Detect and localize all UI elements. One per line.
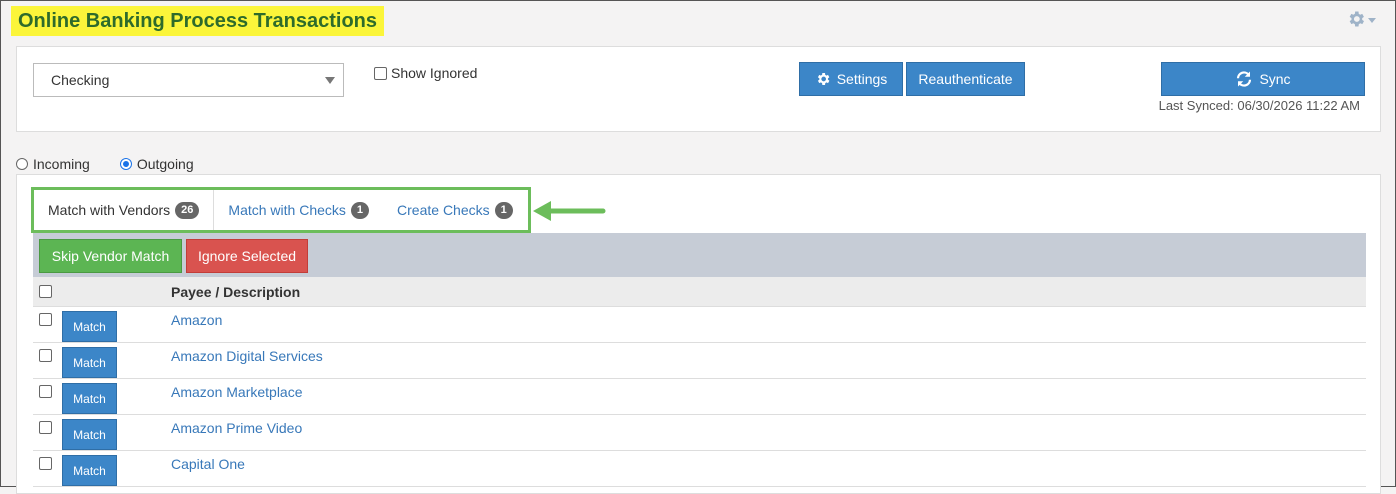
settings-button[interactable]: Settings xyxy=(799,62,903,96)
show-ignored-checkbox[interactable] xyxy=(374,66,387,80)
transactions-panel: Match with Vendors 26 Match with Checks … xyxy=(16,174,1381,494)
chevron-down-icon xyxy=(1368,17,1376,23)
tab-label: Match with Checks xyxy=(228,202,346,218)
payee-link[interactable]: Capital One xyxy=(171,456,245,472)
page-title: Online Banking Process Transactions xyxy=(11,6,385,36)
show-ignored-label: Show Ignored xyxy=(391,65,478,81)
table-row: Match Amazon xyxy=(33,307,1366,343)
match-button[interactable]: Match xyxy=(62,419,117,450)
tab-match-with-checks[interactable]: Match with Checks 1 xyxy=(214,190,383,230)
table-row: Match Amazon Prime Video xyxy=(33,415,1366,451)
payee-link[interactable]: Amazon xyxy=(171,312,222,328)
match-button[interactable]: Match xyxy=(62,347,117,378)
direction-radio-group: Incoming Outgoing xyxy=(16,156,194,172)
dropdown-arrow-icon xyxy=(325,77,335,84)
row-checkbox[interactable] xyxy=(39,385,52,398)
incoming-label: Incoming xyxy=(33,156,90,172)
count-badge: 1 xyxy=(350,201,370,219)
match-button[interactable]: Match xyxy=(62,455,117,486)
account-panel: Checking Show Ignored Settings Reauthent… xyxy=(16,46,1381,132)
tab-label: Create Checks xyxy=(397,202,490,218)
refresh-icon xyxy=(1237,71,1252,87)
account-select-value: Checking xyxy=(51,72,110,88)
gear-icon xyxy=(817,73,830,85)
settings-menu[interactable] xyxy=(1346,9,1376,29)
reauthenticate-button-label: Reauthenticate xyxy=(918,71,1013,87)
table-row: Match Capital One xyxy=(33,451,1366,487)
count-badge: 1 xyxy=(494,201,513,219)
account-select[interactable]: Checking xyxy=(33,63,344,97)
ignore-selected-button[interactable]: Ignore Selected xyxy=(186,239,308,273)
outgoing-radio[interactable] xyxy=(119,158,132,170)
incoming-radio[interactable] xyxy=(16,158,28,170)
show-ignored-toggle[interactable]: Show Ignored xyxy=(374,65,477,81)
row-checkbox[interactable] xyxy=(39,457,52,470)
reauthenticate-button[interactable]: Reauthenticate xyxy=(906,62,1025,96)
match-button[interactable]: Match xyxy=(62,311,117,342)
count-badge: 26 xyxy=(175,201,200,219)
payee-link[interactable]: Amazon Marketplace xyxy=(171,384,303,400)
table-header: Payee / Description xyxy=(33,277,1366,307)
gear-icon xyxy=(1349,11,1364,27)
sync-button-label: Sync xyxy=(1259,71,1291,87)
tab-create-checks[interactable]: Create Checks 1 xyxy=(383,190,527,230)
skip-vendor-match-button[interactable]: Skip Vendor Match xyxy=(39,239,182,273)
payee-column-header: Payee / Description xyxy=(171,284,301,300)
tab-bar: Match with Vendors 26 Match with Checks … xyxy=(31,187,531,233)
row-checkbox[interactable] xyxy=(39,313,52,326)
last-synced-text: Last Synced: 06/30/2026 11:22 AM xyxy=(1158,98,1360,113)
sync-button[interactable]: Sync xyxy=(1161,62,1365,96)
select-all-checkbox[interactable] xyxy=(39,285,52,298)
row-checkbox[interactable] xyxy=(39,349,52,362)
table-row: Match Amazon Digital Services xyxy=(33,343,1366,379)
callout-arrow-icon xyxy=(533,201,606,221)
row-checkbox[interactable] xyxy=(39,421,52,434)
outgoing-label: Outgoing xyxy=(136,156,194,172)
bulk-action-bar: Skip Vendor Match Ignore Selected xyxy=(33,233,1366,277)
incoming-option[interactable]: Incoming xyxy=(16,156,90,172)
table-row: Match Amazon Marketplace xyxy=(33,379,1366,415)
transactions-table: Payee / Description Match Amazon Match A… xyxy=(33,277,1366,487)
settings-button-label: Settings xyxy=(836,71,888,87)
payee-link[interactable]: Amazon Prime Video xyxy=(171,420,302,436)
match-button[interactable]: Match xyxy=(62,383,117,414)
outgoing-option[interactable]: Outgoing xyxy=(119,156,194,172)
tab-label: Match with Vendors xyxy=(48,202,171,218)
tab-match-with-vendors[interactable]: Match with Vendors 26 xyxy=(34,190,215,230)
payee-link[interactable]: Amazon Digital Services xyxy=(171,348,323,364)
